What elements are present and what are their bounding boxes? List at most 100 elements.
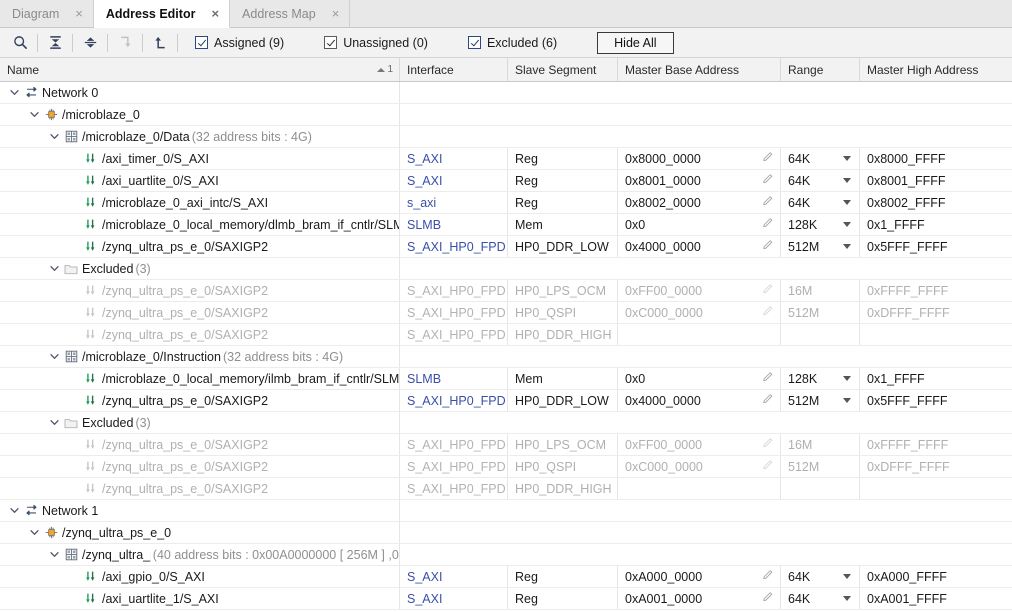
cell-range[interactable]: 64K <box>781 566 860 587</box>
cell-range[interactable]: 64K <box>781 192 860 213</box>
edit-pencil-icon[interactable] <box>762 151 774 166</box>
cell-master-base-address[interactable]: 0xA001_0000 <box>618 588 781 609</box>
cell-range[interactable]: 512M <box>781 456 860 477</box>
close-icon[interactable]: × <box>73 7 85 20</box>
edit-pencil-icon[interactable] <box>762 591 774 606</box>
chevron-down-icon[interactable] <box>843 156 851 161</box>
edit-pencil-icon[interactable] <box>762 305 774 320</box>
chevron-down-icon[interactable] <box>26 104 42 125</box>
search-icon[interactable] <box>6 30 34 56</box>
cell-range[interactable]: 64K <box>781 588 860 609</box>
cell-master-base-address[interactable]: 0xC000_0000 <box>618 456 781 477</box>
chevron-down-icon[interactable] <box>843 376 851 381</box>
checkbox-excluded[interactable] <box>467 36 481 49</box>
cell-master-base-address[interactable]: 0xFF00_0000 <box>618 434 781 455</box>
table-row[interactable]: /microblaze_0/Data (32 address bits : 4G… <box>0 126 1012 148</box>
edit-pencil-icon[interactable] <box>762 173 774 188</box>
chevron-down-icon[interactable] <box>46 544 62 565</box>
filter-unassigned[interactable]: Unassigned (0) <box>324 36 428 50</box>
table-row[interactable]: Network 0 <box>0 82 1012 104</box>
cell-master-base-address[interactable]: 0x4000_0000 <box>618 390 781 411</box>
checkbox-assigned[interactable] <box>195 36 208 49</box>
table-row[interactable]: /zynq_ultra_ps_e_0/SAXIGP2 S_AXI_HP0_FPD H… <box>0 324 1012 346</box>
edit-pencil-icon[interactable] <box>762 371 774 386</box>
column-header-slave-segment[interactable]: Slave Segment <box>508 58 618 81</box>
expand-all-icon[interactable] <box>76 30 104 56</box>
cell-master-base-address[interactable]: 0xC000_0000 <box>618 302 781 323</box>
edit-pencil-icon[interactable] <box>762 217 774 232</box>
table-row[interactable]: /axi_gpio_0/S_AXI S_AXI Reg 0xA000_0000 64K… <box>0 566 1012 588</box>
checkbox-unassigned[interactable] <box>324 36 338 49</box>
chevron-down-icon[interactable] <box>46 346 62 367</box>
table-row[interactable]: /zynq_ultra_ps_e_0/SAXIGP2 S_AXI_HP0_FPD H… <box>0 280 1012 302</box>
table-row[interactable]: /axi_uartlite_1/S_AXI S_AXI Reg 0xA001_0000… <box>0 588 1012 610</box>
edit-pencil-icon[interactable] <box>762 437 774 452</box>
cell-range[interactable]: 512M <box>781 236 860 257</box>
hide-all-button[interactable]: Hide All <box>597 31 674 54</box>
chevron-down-icon[interactable] <box>843 178 851 183</box>
cell-range[interactable]: 16M <box>781 434 860 455</box>
chevron-down-icon[interactable] <box>26 522 42 543</box>
table-row[interactable]: /zynq_ultra_ps_e_0/SAXIGP2 S_AXI_HP0_FPD H… <box>0 434 1012 456</box>
cell-range[interactable]: 512M <box>781 302 860 323</box>
chevron-down-icon[interactable] <box>6 82 22 103</box>
edit-pencil-icon[interactable] <box>762 393 774 408</box>
table-row[interactable]: Excluded (3) <box>0 258 1012 280</box>
cell-master-base-address[interactable]: 0x8001_0000 <box>618 170 781 191</box>
tab-address-editor[interactable]: Address Editor × <box>93 0 231 28</box>
chevron-down-icon[interactable] <box>843 398 851 403</box>
filter-assigned[interactable]: Assigned (9) <box>195 36 284 50</box>
tab-diagram[interactable]: Diagram × <box>0 0 94 27</box>
chevron-down-icon[interactable] <box>843 200 851 205</box>
assign-icon[interactable] <box>111 30 139 56</box>
table-row[interactable]: Excluded (3) <box>0 412 1012 434</box>
table-row[interactable]: /microblaze_0_local_memory/dlmb_bram_if_… <box>0 214 1012 236</box>
cell-range[interactable]: 64K <box>781 170 860 191</box>
table-row[interactable]: /microblaze_0/Instruction (32 address bi… <box>0 346 1012 368</box>
cell-range[interactable] <box>781 324 860 345</box>
edit-pencil-icon[interactable] <box>762 283 774 298</box>
cell-master-base-address[interactable] <box>618 324 781 345</box>
table-row[interactable]: /microblaze_0_axi_intc/S_AXI s_axi Reg 0x80… <box>0 192 1012 214</box>
filter-excluded[interactable]: Excluded (6) <box>467 36 557 50</box>
cell-master-base-address[interactable]: 0xA000_0000 <box>618 566 781 587</box>
cell-range[interactable]: 64K <box>781 148 860 169</box>
cell-master-base-address[interactable]: 0xFF00_0000 <box>618 280 781 301</box>
cell-master-base-address[interactable]: 0x8002_0000 <box>618 192 781 213</box>
edit-pencil-icon[interactable] <box>762 195 774 210</box>
cell-master-base-address[interactable] <box>618 478 781 499</box>
table-row[interactable]: /axi_timer_0/S_AXI S_AXI Reg 0x8000_0000 64… <box>0 148 1012 170</box>
cell-range[interactable]: 128K <box>781 368 860 389</box>
column-header-name[interactable]: Name 1 <box>0 58 400 81</box>
chevron-down-icon[interactable] <box>843 244 851 249</box>
chevron-down-icon[interactable] <box>46 412 62 433</box>
table-row[interactable]: /microblaze_0 <box>0 104 1012 126</box>
chevron-down-icon[interactable] <box>46 126 62 147</box>
table-row[interactable]: /zynq_ultra_ps_e_0/Data (40 address bits… <box>0 544 1012 566</box>
column-header-master-high-address[interactable]: Master High Address <box>860 58 1012 81</box>
cell-master-base-address[interactable]: 0x4000_0000 <box>618 236 781 257</box>
table-row[interactable]: /zynq_ultra_ps_e_0/SAXIGP2 S_AXI_HP0_FPD H… <box>0 478 1012 500</box>
table-row[interactable]: /zynq_ultra_ps_e_0 <box>0 522 1012 544</box>
column-header-interface[interactable]: Interface <box>400 58 508 81</box>
chevron-down-icon[interactable] <box>843 222 851 227</box>
cell-master-base-address[interactable]: 0x8000_0000 <box>618 148 781 169</box>
chevron-down-icon[interactable] <box>46 258 62 279</box>
unassign-icon[interactable] <box>146 30 174 56</box>
chevron-down-icon[interactable] <box>6 500 22 521</box>
table-row[interactable]: /zynq_ultra_ps_e_0/SAXIGP2 S_AXI_HP0_FPD H… <box>0 302 1012 324</box>
table-row[interactable]: /zynq_ultra_ps_e_0/SAXIGP2 S_AXI_HP0_FPD H… <box>0 456 1012 478</box>
edit-pencil-icon[interactable] <box>762 569 774 584</box>
column-header-range[interactable]: Range <box>781 58 860 81</box>
cell-range[interactable]: 128K <box>781 214 860 235</box>
chevron-down-icon[interactable] <box>843 596 851 601</box>
cell-master-base-address[interactable]: 0x0 <box>618 214 781 235</box>
table-row[interactable]: /zynq_ultra_ps_e_0/SAXIGP2 S_AXI_HP0_FPD H… <box>0 236 1012 258</box>
table-row[interactable]: /zynq_ultra_ps_e_0/SAXIGP2 S_AXI_HP0_FPD H… <box>0 390 1012 412</box>
cell-master-base-address[interactable]: 0x0 <box>618 368 781 389</box>
chevron-down-icon[interactable] <box>843 574 851 579</box>
cell-range[interactable]: 512M <box>781 390 860 411</box>
collapse-all-icon[interactable] <box>41 30 69 56</box>
close-icon[interactable]: × <box>330 7 342 20</box>
edit-pencil-icon[interactable] <box>762 239 774 254</box>
